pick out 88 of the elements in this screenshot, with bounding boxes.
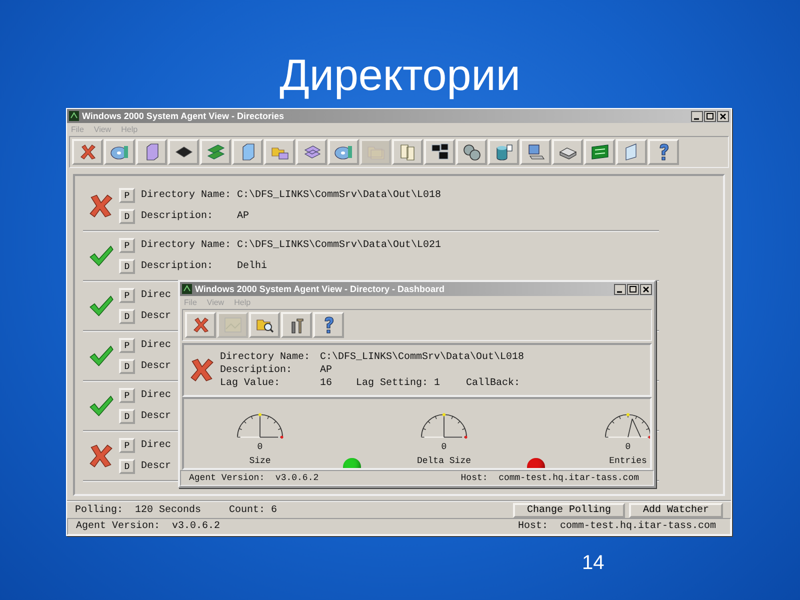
description-value: AP: [320, 364, 332, 376]
d-button[interactable]: D: [119, 459, 135, 474]
directory-name-value: C:\DFS_LINKS\CommSrv\Data\Out\L018: [237, 190, 442, 201]
field-label: Descr: [141, 411, 172, 422]
toolbar-button[interactable]: [168, 139, 199, 165]
field-label: Description:: [141, 211, 214, 222]
toolbar-button[interactable]: [488, 139, 519, 165]
p-button[interactable]: P: [119, 288, 135, 303]
agent-version-status: Agent Version: v3.0.6.2: [76, 521, 220, 532]
toolbar-button[interactable]: [648, 139, 679, 165]
field-label: Direc: [141, 340, 172, 351]
p-button[interactable]: P: [119, 188, 135, 203]
gauge-reading: 0: [441, 441, 447, 454]
minimize-icon[interactable]: [691, 110, 703, 122]
slide-title: Директории: [278, 50, 522, 102]
field-label: Directory Name:: [141, 240, 231, 251]
maximize-icon[interactable]: [704, 110, 716, 122]
document-icon: [398, 142, 418, 162]
check-icon: [88, 243, 114, 269]
maximize-icon[interactable]: [627, 284, 639, 294]
window-icon: [430, 142, 450, 162]
field-label: Direc: [141, 440, 172, 451]
app-icon: [69, 111, 79, 121]
toolbar-button[interactable]: [584, 139, 615, 165]
gauge-reading: 0: [257, 441, 263, 454]
field-label: Descr: [141, 461, 172, 472]
count-status: Count: 6: [229, 504, 278, 516]
lag-setting: Lag Setting: 1: [356, 378, 442, 388]
field-label: Directory Name:: [141, 190, 231, 201]
callback-label: CallBack:: [466, 378, 520, 388]
computer-icon: [526, 142, 546, 162]
directory-name-value: C:\DFS_LINKS\CommSrv\Data\Out\L021: [237, 240, 442, 251]
field-label: Descr: [141, 311, 172, 322]
close-icon[interactable]: [717, 110, 729, 122]
page-number: 14: [582, 552, 604, 575]
d-button[interactable]: D: [119, 409, 135, 424]
check-icon: [88, 293, 114, 319]
action-button[interactable]: Add Watcher: [628, 502, 723, 518]
d-button[interactable]: D: [119, 259, 135, 274]
description-value: AP: [237, 211, 250, 222]
p-button[interactable]: P: [119, 338, 135, 353]
check-icon: [88, 393, 114, 419]
field-label: Description:: [220, 364, 294, 376]
toolbar-button[interactable]: [313, 312, 344, 338]
cross-icon: [88, 193, 114, 219]
toolbar-button[interactable]: [249, 312, 280, 338]
toolbar-button[interactable]: [552, 139, 583, 165]
toolbar-button[interactable]: [456, 139, 487, 165]
check-icon: [88, 343, 114, 369]
toolbar-button[interactable]: [424, 139, 455, 165]
gauge-label: Entries: [609, 455, 647, 468]
p-button[interactable]: P: [119, 438, 135, 453]
polling-status: Polling: 120 Seconds: [75, 504, 202, 516]
action-button[interactable]: Change Polling: [512, 502, 625, 518]
toolbar-button[interactable]: [185, 312, 216, 338]
field-label: Lag Value:: [220, 378, 282, 388]
close-icon[interactable]: [640, 284, 652, 294]
toolbar-button[interactable]: [520, 139, 551, 165]
field-label: Directory Name:: [220, 352, 312, 362]
field-label: Direc: [141, 290, 172, 301]
gauge-label: Size: [249, 455, 271, 468]
gauge-reading: 0: [625, 441, 631, 454]
d-button[interactable]: D: [119, 359, 135, 374]
field-label: Description:: [141, 261, 214, 272]
host-status: Host: comm-test.hq.itar-tass.com: [518, 521, 716, 532]
field-label: Direc: [141, 390, 172, 401]
picture-icon: [222, 315, 242, 335]
toolbar-button[interactable]: [281, 312, 312, 338]
minimize-icon[interactable]: [614, 284, 626, 294]
cross-icon: [189, 357, 215, 383]
lag-value: 16: [320, 378, 334, 388]
toolbar-button[interactable]: [72, 139, 103, 165]
cross-icon: [88, 443, 114, 469]
database-icon: [494, 142, 514, 162]
d-button[interactable]: D: [119, 209, 135, 224]
description-value: Delhi: [237, 261, 268, 272]
circuit-board-icon: [590, 142, 610, 162]
toolbar-button[interactable]: [296, 139, 327, 165]
p-button[interactable]: P: [119, 388, 135, 403]
directory-name-value: C:\DFS_LINKS\CommSrv\Data\Out\L018: [320, 352, 524, 362]
window-title: Windows 2000 System Agent View - Directory - Dashboard: [195, 284, 446, 294]
agent-version-status: Agent Version: v3.0.6.2: [189, 473, 319, 483]
app-icon: [182, 284, 192, 294]
gauge-label: Delta Size: [416, 455, 471, 468]
d-button[interactable]: D: [119, 309, 135, 324]
p-button[interactable]: P: [119, 238, 135, 253]
window-title: Windows 2000 System Agent View - Directories: [82, 111, 285, 121]
host-status: Host: comm-test.hq.itar-tass.com: [460, 473, 639, 483]
